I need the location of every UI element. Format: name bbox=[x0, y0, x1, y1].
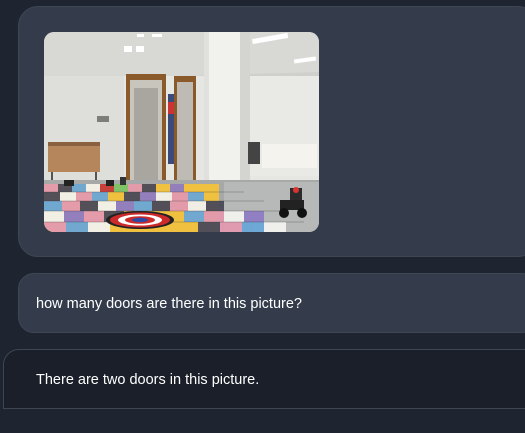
user-text-message: how many doors are there in this picture… bbox=[18, 273, 525, 333]
attached-photo[interactable] bbox=[44, 32, 319, 232]
user-image-message bbox=[18, 6, 525, 257]
assistant-message-text: There are two doors in this picture. bbox=[36, 372, 260, 388]
user-message-text: how many doors are there in this picture… bbox=[36, 296, 302, 312]
assistant-message: There are two doors in this picture. bbox=[3, 349, 525, 409]
